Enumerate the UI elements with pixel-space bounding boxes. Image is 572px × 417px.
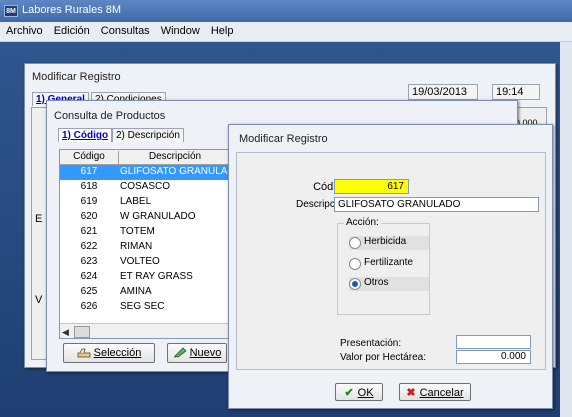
- cancel-x-icon: ✖: [406, 387, 416, 399]
- cell-descripcion: VOLTEO: [120, 256, 160, 267]
- cell-codigo: 621: [80, 226, 98, 237]
- radio-otros-dot[interactable]: [349, 278, 361, 290]
- cell-descripcion: ET RAY GRASS: [120, 271, 193, 282]
- scroll-left-icon[interactable]: ◀: [62, 327, 69, 338]
- cell-codigo: 626: [80, 301, 98, 312]
- cell-codigo: 623: [80, 256, 98, 267]
- app-title: Labores Rurales 8M: [22, 4, 122, 16]
- descripcion-field[interactable]: GLIFOSATO GRANULADO: [334, 197, 539, 212]
- date-display: 19/03/2013: [408, 84, 478, 100]
- radio-otros[interactable]: Otros: [349, 277, 429, 291]
- codigo-field[interactable]: 617: [334, 179, 409, 194]
- partial-label: V: [35, 294, 43, 306]
- cell-codigo: 624: [80, 271, 98, 282]
- accion-label: Acción:: [344, 217, 381, 228]
- radio-herbicida-dot[interactable]: [349, 237, 361, 249]
- cell-codigo: 619: [80, 196, 98, 207]
- cell-descripcion: W GRANULADO: [120, 211, 196, 222]
- menu-consultas[interactable]: Consultas: [95, 22, 155, 37]
- cancelar-label: Cancelar: [419, 387, 464, 399]
- nuevo-label: Nuevo: [189, 347, 222, 359]
- cell-descripcion: COSASCO: [120, 181, 171, 192]
- time-display: 19:14: [492, 84, 540, 100]
- cell-codigo: 622: [80, 241, 98, 252]
- presentacion-label: Presentación:: [340, 338, 402, 349]
- radio-herbicida[interactable]: Herbicida: [349, 236, 429, 250]
- modificar-window-title: Modificar Registro: [239, 133, 328, 145]
- cancelar-button[interactable]: ✖ Cancelar: [399, 383, 471, 401]
- menu-bar: Archivo Edición Consultas Window Help: [0, 22, 572, 42]
- tab-descripcion[interactable]: 2) Descripción: [112, 128, 184, 142]
- cell-descripcion: SEG SEC: [120, 301, 165, 312]
- tab-codigo[interactable]: 1) Código: [58, 128, 113, 142]
- app-icon[interactable]: 8M: [4, 5, 18, 17]
- radio-fertilizante-dot[interactable]: [349, 258, 361, 270]
- check-icon: ✔: [344, 387, 354, 399]
- cell-codigo: 618: [80, 181, 98, 192]
- nuevo-button[interactable]: Nuevo: [167, 343, 227, 363]
- ok-button[interactable]: ✔ OK: [335, 383, 383, 401]
- seleccion-label: Selección: [93, 347, 142, 359]
- cell-descripcion: LABEL: [120, 196, 152, 207]
- ok-label: OK: [357, 387, 374, 399]
- modificar-registro-window[interactable]: Modificar Registro Código: 617 Descripci…: [228, 124, 553, 409]
- column-header-codigo[interactable]: Código: [60, 151, 119, 164]
- seleccion-button[interactable]: Selección: [63, 343, 155, 363]
- workspace-edge: [560, 42, 572, 417]
- cell-descripcion: RIMAN: [120, 241, 153, 252]
- valor-hectarea-field[interactable]: 0.000: [456, 350, 531, 364]
- cell-codigo: 617: [80, 166, 98, 177]
- cell-descripcion: TOTEM: [120, 226, 155, 237]
- menu-archivo[interactable]: Archivo: [0, 22, 48, 37]
- select-hand-icon: [77, 348, 91, 358]
- new-pencil-icon: [173, 347, 187, 358]
- app-titlebar[interactable]: 8M Labores Rurales 8M: [0, 0, 572, 22]
- radio-fertilizante[interactable]: Fertilizante: [349, 257, 429, 271]
- valor-hectarea-label: Valor por Hectárea:: [340, 352, 426, 363]
- accion-group: Acción: Herbicida Fertilizante Otros: [337, 217, 430, 315]
- cell-descripcion: GLIFOSATO GRANULAI: [120, 166, 230, 177]
- cell-codigo: 620: [80, 211, 98, 222]
- presentacion-field[interactable]: [456, 335, 531, 349]
- menu-window[interactable]: Window: [155, 22, 205, 37]
- cell-codigo: 625: [80, 286, 98, 297]
- column-header-descripcion[interactable]: Descripción: [119, 151, 232, 164]
- back-window-title: Modificar Registro: [32, 71, 121, 83]
- radio-fertilizante-label: Fertilizante: [364, 257, 413, 268]
- partial-label: E: [35, 213, 43, 225]
- menu-help[interactable]: Help: [205, 22, 239, 37]
- consulta-window-title: Consulta de Productos: [54, 110, 166, 122]
- scroll-thumb[interactable]: [74, 326, 90, 338]
- modificar-form: Código: 617 Descripción: GLIFOSATO GRANU…: [236, 152, 546, 370]
- menu-edicion[interactable]: Edición: [48, 22, 95, 37]
- cell-descripcion: AMINA: [120, 286, 152, 297]
- radio-herbicida-label: Herbicida: [364, 236, 407, 247]
- radio-otros-label: Otros: [364, 277, 389, 288]
